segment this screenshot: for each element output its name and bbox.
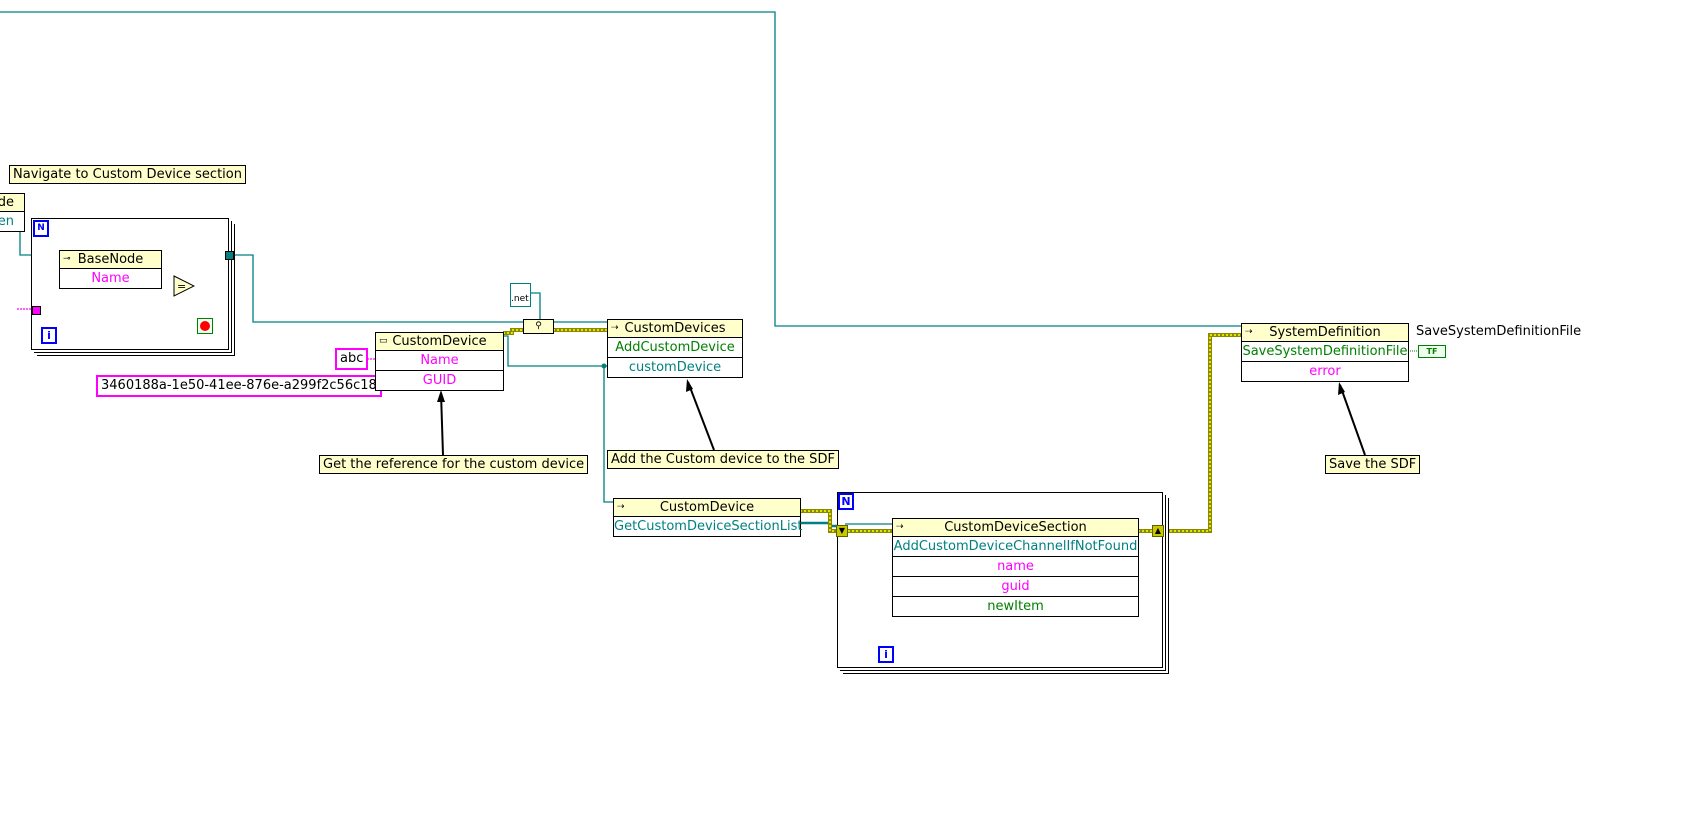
wire-left-in — [19, 232, 31, 256]
shift-register-left: ▼ — [836, 525, 848, 537]
shift-register-right: ▲ — [1152, 525, 1164, 537]
node-header: ▭ CustomDevice — [376, 333, 503, 351]
system-definition-invoke-node[interactable]: ⇢ SystemDefinition SaveSystemDefinitionFi… — [1241, 323, 1409, 382]
iteration-terminal: i — [41, 327, 57, 344]
param-name: Name — [376, 351, 503, 371]
invoke-icon: ⇢ — [617, 502, 625, 512]
equals-icon: = — [173, 275, 195, 297]
iteration-terminal: i — [878, 646, 894, 663]
custom-device-section-invoke-node[interactable]: ⇢ CustomDeviceSection AddCustomDeviceChan… — [892, 518, 1139, 617]
node-header: ⇢ CustomDevice — [614, 499, 800, 517]
boolean-indicator[interactable]: TF — [1418, 345, 1446, 358]
param-custom-device: customDevice — [628, 360, 722, 375]
arrow-save — [1339, 384, 1366, 456]
property-icon: ⊸ — [63, 254, 71, 264]
to-more-generic-class-icon: ⚲ — [523, 319, 554, 334]
guid-string-constant[interactable]: 3460188a-1e50-41ee-876e-a299f2c56c18 — [96, 375, 382, 397]
indicator-label: SaveSystemDefinitionFile — [1416, 324, 1582, 339]
invoke-icon: ⇢ — [611, 323, 619, 333]
node-row: en — [0, 214, 14, 229]
node-header: ⇢ CustomDeviceSection — [893, 519, 1138, 537]
param-error: error — [1309, 364, 1341, 379]
net-reference-icon: .net — [510, 283, 531, 307]
custom-devices-invoke-node[interactable]: ⇢ CustomDevices AddCustomDevice customDev… — [607, 319, 743, 378]
invoke-icon: ⇢ — [896, 522, 904, 532]
basenode-property-node[interactable]: ⊸ BaseNode Name — [59, 250, 162, 289]
param-guid: GUID — [422, 373, 457, 388]
method-name: AddCustomDevice — [608, 338, 742, 358]
left-property-node[interactable]: de en — [0, 193, 25, 232]
node-header: ⇢ SystemDefinition — [1242, 324, 1408, 342]
stop-condition[interactable] — [197, 318, 213, 334]
method-name: AddCustomDeviceChannelIfNotFound — [893, 537, 1138, 557]
wire-ctor-out — [503, 335, 607, 367]
svg-text:=: = — [177, 280, 186, 293]
comment-navigate: Navigate to Custom Device section — [9, 165, 246, 184]
wire-loop-out — [229, 254, 523, 323]
param-guid: guid — [893, 577, 1138, 597]
comment-get-reference: Get the reference for the custom device — [319, 455, 589, 474]
invoke-icon: ⇢ — [1245, 327, 1253, 337]
stop-icon — [200, 321, 210, 331]
node-header: ⊸ BaseNode — [60, 251, 161, 269]
method-name: GetCustomDeviceSectionList — [614, 519, 803, 534]
custom-device-constructor[interactable]: ▭ CustomDevice Name GUID — [375, 332, 504, 391]
loop-tunnel-string — [32, 306, 41, 315]
arrow-get-ref — [440, 392, 444, 456]
comment-add-custom-device: Add the Custom device to the SDF — [607, 450, 839, 469]
loop-tunnel — [225, 251, 234, 260]
constructor-icon: ▭ — [379, 336, 388, 346]
node-header: ⇢ CustomDevices — [608, 320, 742, 338]
param-new-item: newItem — [987, 599, 1044, 614]
wires — [0, 11, 1418, 533]
abc-string-constant[interactable]: abc — [335, 348, 369, 370]
count-terminal: N — [838, 493, 854, 510]
arrow-add — [687, 381, 715, 451]
node-header: de — [0, 194, 24, 212]
method-name: SaveSystemDefinitionFile — [1242, 342, 1408, 362]
custom-device-invoke-node[interactable]: ⇢ CustomDevice GetCustomDeviceSectionList — [613, 498, 803, 537]
param-name: name — [893, 557, 1138, 577]
comment-save-sdf: Save the SDF — [1325, 455, 1421, 474]
property-name: Name — [91, 271, 130, 286]
while-loop-icon: N — [33, 220, 49, 237]
